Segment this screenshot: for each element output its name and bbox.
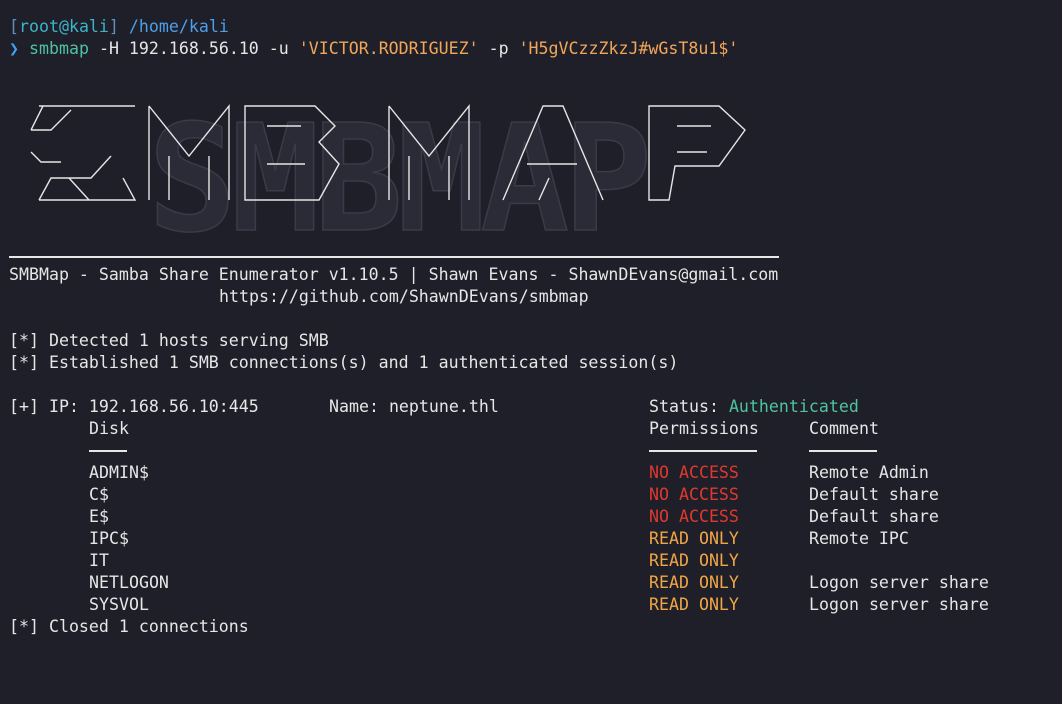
- share-disk: ADMIN$: [89, 463, 149, 482]
- command-arg-3: -p: [478, 39, 519, 58]
- closing-line: [*] Closed 1 connections: [9, 617, 249, 636]
- command-name: smbmap: [29, 39, 89, 58]
- status-line-detected: [*] Detected 1 hosts serving SMB: [9, 331, 329, 350]
- underline-permissions: [649, 440, 757, 452]
- share-disk: SYSVOL: [89, 595, 149, 614]
- share-table-underline: [9, 440, 1059, 462]
- share-comment: Logon server share: [809, 573, 989, 592]
- share-permission: NO ACCESS: [649, 507, 739, 526]
- table-row: E$ NO ACCESS Default share: [9, 506, 1059, 528]
- share-comment: Remote Admin: [809, 463, 929, 482]
- share-disk: IT: [89, 551, 109, 570]
- underline-comment: [809, 440, 877, 452]
- share-comment: Logon server share: [809, 595, 989, 614]
- share-disk: C$: [89, 485, 109, 504]
- banner-divider: [9, 256, 779, 258]
- table-row: IPC$ READ ONLY Remote IPC: [9, 528, 1059, 550]
- prompt-bracket-close: ]: [108, 17, 129, 36]
- command-arg-password: 'H5gVCzzZkzJ#wGsT8u1$': [518, 39, 739, 58]
- share-disk: IPC$: [89, 529, 129, 548]
- status-line-established: [*] Established 1 SMB connections(s) and…: [9, 353, 679, 372]
- share-comment: Default share: [809, 485, 939, 504]
- command-arg-1: -H 192.168.56.10 -u: [98, 39, 299, 58]
- host-status-value: Authenticated: [728, 397, 859, 416]
- header-comment: Comment: [809, 419, 879, 438]
- share-disk: NETLOGON: [89, 573, 169, 592]
- share-comment: Default share: [809, 507, 939, 526]
- host-ip: [+] IP: 192.168.56.10:445: [9, 397, 259, 416]
- host-status-label: Status:: [649, 397, 729, 416]
- smbmap-banner-logo: SMBMAP: [9, 82, 1059, 252]
- share-table-header: Disk Permissions Comment: [9, 418, 1059, 440]
- host-status: Status: Authenticated: [649, 396, 859, 418]
- share-permission: READ ONLY: [649, 595, 739, 614]
- banner-url-link[interactable]: https://github.com/ShawnDEvans/smbmap: [219, 287, 589, 306]
- header-disk: Disk: [89, 419, 129, 438]
- share-disk: E$: [89, 507, 109, 526]
- prompt-path: /home/kali: [128, 17, 229, 36]
- command-arg-user: 'VICTOR.RODRIGUEZ': [298, 39, 479, 58]
- share-permission: READ ONLY: [649, 551, 739, 570]
- table-row: C$ NO ACCESS Default share: [9, 484, 1059, 506]
- share-permission: READ ONLY: [649, 529, 739, 548]
- header-permissions: Permissions: [649, 419, 759, 438]
- banner-tagline: SMBMap - Samba Share Enumerator v1.10.5 …: [9, 265, 779, 284]
- underline-disk: [89, 440, 127, 452]
- prompt-bracket-open: [: [9, 17, 19, 36]
- terminal-output[interactable]: [root@kali] /home/kali ❯ smbmap -H 192.1…: [9, 16, 1059, 638]
- table-row: SYSVOL READ ONLY Logon server share: [9, 594, 1059, 616]
- share-permission: NO ACCESS: [649, 485, 739, 504]
- share-permission: NO ACCESS: [649, 463, 739, 482]
- host-name: Name: neptune.thl: [329, 397, 499, 416]
- table-row: IT READ ONLY: [9, 550, 1059, 572]
- banner-url: https://github.com/ShawnDEvans/smbmap: [9, 286, 1059, 308]
- table-row: NETLOGON READ ONLY Logon server share: [9, 572, 1059, 594]
- share-permission: READ ONLY: [649, 573, 739, 592]
- prompt-arrow-icon: ❯: [9, 39, 19, 58]
- host-row: [+] IP: 192.168.56.10:445 Name: neptune.…: [9, 396, 1059, 418]
- share-comment: Remote IPC: [809, 529, 909, 548]
- table-row: ADMIN$ NO ACCESS Remote Admin: [9, 462, 1059, 484]
- command-line: ❯ smbmap -H 192.168.56.10 -u 'VICTOR.ROD…: [9, 38, 1059, 60]
- prompt-user: root@kali: [19, 17, 109, 36]
- prompt-header: [root@kali] /home/kali: [9, 16, 1059, 38]
